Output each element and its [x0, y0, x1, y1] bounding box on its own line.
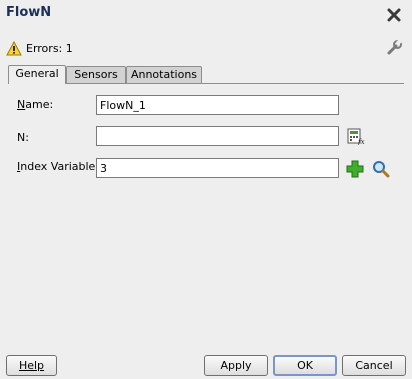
help-button-label: Help — [18, 359, 45, 372]
svg-text:fx: fx — [357, 138, 365, 145]
ok-button-label: OK — [297, 359, 313, 372]
tab-annotations[interactable]: Annotations — [126, 66, 202, 83]
errors-count: Errors: 1 — [26, 41, 73, 55]
general-panel — [8, 83, 404, 340]
n-field[interactable] — [96, 126, 339, 146]
tab-general[interactable]: General — [8, 65, 66, 84]
cancel-button[interactable]: Cancel — [342, 355, 406, 376]
ok-button[interactable]: OK — [273, 355, 337, 376]
n-label: N: — [17, 131, 29, 144]
apply-button-label: Apply — [220, 359, 252, 372]
cancel-button-label: Cancel — [355, 359, 393, 372]
close-icon[interactable] — [386, 7, 402, 23]
expression-builder-icon[interactable]: fx — [347, 127, 365, 145]
wrench-icon[interactable] — [385, 39, 403, 57]
name-field[interactable] — [96, 95, 339, 115]
add-icon[interactable] — [346, 160, 364, 178]
warning-icon — [6, 40, 22, 55]
dialog-title: FlowN — [6, 5, 52, 20]
name-label: Name: — [17, 98, 54, 111]
index-variable-field[interactable] — [96, 158, 339, 178]
help-button[interactable]: Help — [6, 355, 57, 376]
tab-general-label: General — [15, 67, 59, 80]
tab-sensors[interactable]: Sensors — [66, 66, 126, 83]
tab-sensors-label: Sensors — [74, 68, 118, 81]
tab-annotations-label: Annotations — [130, 68, 198, 81]
search-icon[interactable] — [372, 160, 390, 178]
apply-button[interactable]: Apply — [204, 355, 268, 376]
error-status: Errors: 1 — [6, 40, 73, 56]
index-variable-label: Index Variable: — [17, 160, 100, 173]
